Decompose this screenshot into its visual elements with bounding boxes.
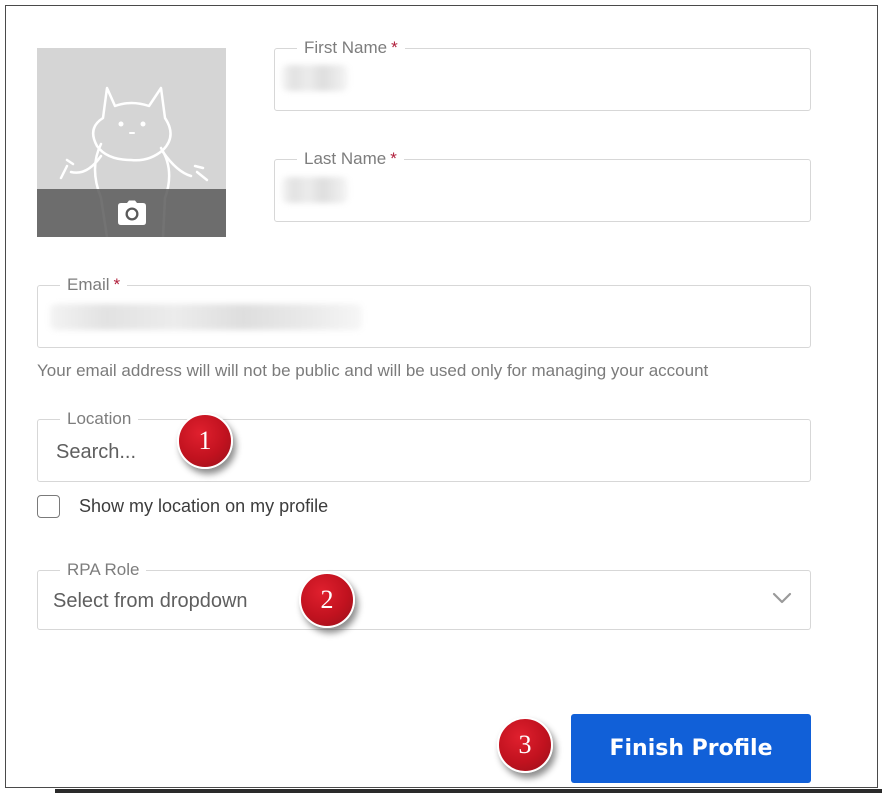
camera-icon [117,200,146,225]
email-label: Email [67,275,110,294]
show-location-label[interactable]: Show my location on my profile [79,495,328,517]
location-label: Location [60,409,139,429]
step-badge-3: 3 [497,717,553,773]
email-redacted-value [50,304,362,330]
email-helper-text: Your email address will will not be publ… [37,361,709,380]
first-name-label: First Name [304,38,388,57]
last-name-field[interactable]: Last Name * [274,149,811,222]
profile-avatar[interactable] [37,48,226,237]
chevron-down-icon [772,592,792,604]
avatar-upload-overlay[interactable] [37,189,226,237]
email-field[interactable]: Email * [37,275,811,348]
rpa-role-label: RPA Role [60,560,147,580]
last-name-label-wrap: Last Name * [297,149,404,169]
first-name-redacted-value [282,65,348,91]
rpa-role-selected-value: Select from dropdown [53,590,248,612]
last-name-label: Last Name [304,149,387,168]
required-marker: * [390,149,397,168]
window-bottom-edge [55,789,882,793]
first-name-field[interactable]: First Name * [274,38,811,111]
show-location-checkbox[interactable] [37,495,60,518]
step-badge-1: 1 [177,413,233,469]
location-field[interactable]: Location Search... [37,409,811,482]
required-marker: * [391,38,398,57]
last-name-redacted-value [282,177,348,203]
finish-profile-button[interactable]: Finish Profile [571,714,811,783]
email-label-wrap: Email * [60,275,128,295]
location-search-input[interactable]: Search... [56,440,136,464]
rpa-role-select[interactable]: RPA Role Select from dropdown [37,560,811,630]
required-marker: * [113,275,121,294]
first-name-label-wrap: First Name * [297,38,405,58]
step-badge-2: 2 [299,572,355,628]
